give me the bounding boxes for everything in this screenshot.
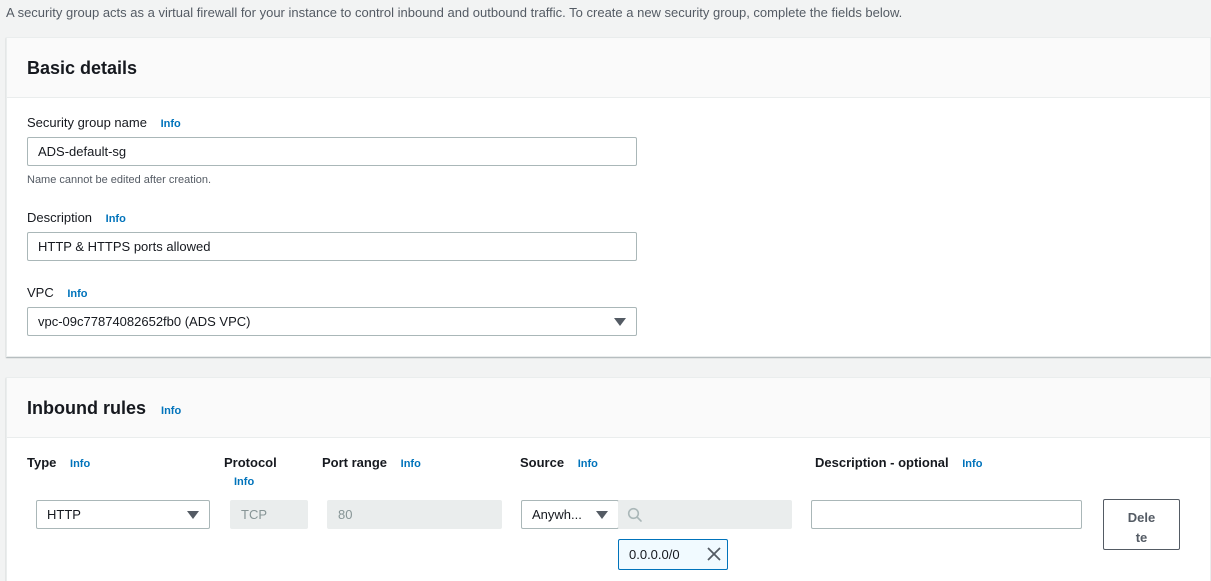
source-cidr-token-label: 0.0.0.0/0 bbox=[629, 547, 680, 562]
column-header-port-range-text: Port range bbox=[322, 455, 388, 470]
search-icon bbox=[627, 507, 642, 522]
column-header-type: Type Info bbox=[27, 455, 90, 470]
basic-details-header: Basic details bbox=[7, 38, 1210, 98]
protocol-info-link[interactable]: Info bbox=[234, 476, 254, 488]
caret-down-icon bbox=[614, 318, 626, 326]
delete-rule-button[interactable]: Dele te bbox=[1103, 499, 1180, 550]
vpc-select-value: vpc-09c77874082652fb0 (ADS VPC) bbox=[38, 314, 251, 329]
source-cidr-token: 0.0.0.0/0 bbox=[618, 539, 728, 570]
caret-down-icon bbox=[187, 511, 199, 519]
source-type-select[interactable]: Anywh... bbox=[521, 500, 619, 529]
column-header-port-range: Port range Info bbox=[322, 455, 421, 470]
port-range-field: 80 bbox=[327, 500, 502, 529]
delete-rule-button-label-line1: Dele bbox=[1127, 510, 1156, 525]
caret-down-icon bbox=[596, 511, 608, 519]
basic-details-panel: Basic details Security group name Info A… bbox=[6, 37, 1211, 357]
vpc-select[interactable]: vpc-09c77874082652fb0 (ADS VPC) bbox=[27, 307, 637, 336]
close-icon[interactable] bbox=[707, 547, 721, 561]
vpc-label: VPC Info bbox=[27, 285, 88, 300]
security-group-name-label: Security group name Info bbox=[27, 115, 181, 130]
rule-type-value: HTTP bbox=[47, 507, 81, 522]
intro-text: A security group acts as a virtual firew… bbox=[6, 5, 903, 20]
security-group-name-info-link[interactable]: Info bbox=[161, 118, 181, 130]
protocol-field: TCP bbox=[230, 500, 308, 529]
column-header-source: Source Info bbox=[520, 455, 598, 470]
vpc-info-link[interactable]: Info bbox=[67, 288, 87, 300]
source-type-value: Anywh... bbox=[532, 507, 582, 522]
rule-description-input[interactable] bbox=[811, 500, 1082, 529]
description-input[interactable]: HTTP & HTTPS ports allowed bbox=[27, 232, 637, 261]
source-info-link[interactable]: Info bbox=[578, 458, 598, 470]
basic-details-title: Basic details bbox=[27, 58, 138, 78]
inbound-rules-info-link[interactable]: Info bbox=[161, 405, 181, 417]
security-group-name-input[interactable]: ADS-default-sg bbox=[27, 137, 637, 166]
inbound-rules-title-text: Inbound rules bbox=[27, 398, 146, 418]
description-label-text: Description bbox=[27, 210, 93, 225]
security-group-name-label-text: Security group name bbox=[27, 115, 147, 130]
security-group-name-hint: Name cannot be edited after creation. bbox=[27, 174, 212, 186]
inbound-rules-panel: Inbound rules Info Type Info Protocol In… bbox=[6, 377, 1211, 581]
source-search-input[interactable] bbox=[618, 500, 792, 529]
column-header-description-text: Description - optional bbox=[815, 455, 949, 470]
description-info-link[interactable]: Info bbox=[106, 213, 126, 225]
port-range-info-link[interactable]: Info bbox=[401, 458, 421, 470]
column-header-protocol: Protocol bbox=[224, 455, 277, 470]
delete-rule-button-label-line2: te bbox=[1135, 530, 1148, 545]
rule-type-select[interactable]: HTTP bbox=[36, 500, 210, 529]
column-header-source-text: Source bbox=[520, 455, 565, 470]
inbound-rules-title: Inbound rules Info bbox=[27, 398, 181, 419]
inbound-rules-header: Inbound rules Info bbox=[7, 378, 1210, 438]
type-info-link[interactable]: Info bbox=[70, 458, 90, 470]
description-label: Description Info bbox=[27, 210, 126, 225]
column-header-description: Description - optional Info bbox=[815, 455, 982, 470]
column-header-type-text: Type bbox=[27, 455, 57, 470]
vpc-label-text: VPC bbox=[27, 285, 54, 300]
description-optional-info-link[interactable]: Info bbox=[962, 458, 982, 470]
